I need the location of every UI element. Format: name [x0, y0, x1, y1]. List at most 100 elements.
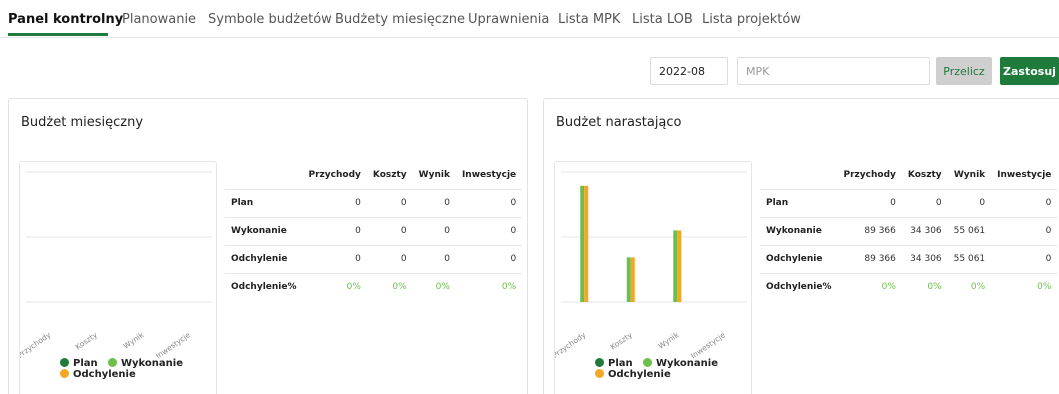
table-row: Plan 0 0 0 0 [225, 188, 523, 217]
table-cell: 0 [366, 216, 413, 245]
table-cell: 89 366 [837, 216, 902, 245]
table-cell: 0% [302, 272, 367, 301]
table-cell: 34 306 [901, 216, 948, 245]
chart-bar-odchylenie [630, 257, 635, 302]
column-header: Koszty [907, 169, 942, 180]
row-label: Wykonanie [225, 216, 303, 245]
legend-dot-icon [643, 358, 652, 367]
tab-lista-projektow[interactable]: Lista projektów [702, 12, 801, 27]
legend-item-plan: Plan [595, 358, 633, 369]
column-header: Wynik [418, 169, 450, 180]
table-cell: 0% [991, 272, 1058, 301]
column-header: Przychody [308, 169, 361, 180]
table-row: Wykonanie 0 0 0 0 [225, 216, 523, 245]
legend-dot-icon [60, 358, 69, 367]
chart-bar-wykonanie [626, 257, 631, 302]
x-axis-tick-label: Przychody [20, 330, 53, 360]
table-cell: 0 [302, 188, 367, 217]
cumulative-budget-table: Przychody Koszty Wynik Inwestycje Plan 0… [760, 161, 1058, 301]
table-cell: 0 [455, 244, 523, 273]
tab-uprawnienia[interactable]: Uprawnienia [468, 12, 549, 27]
chart-bar-wykonanie [673, 230, 678, 302]
table-header-corner [760, 161, 838, 189]
x-axis-tick-label: Koszty [609, 330, 635, 352]
recalculate-button[interactable]: Przelicz [936, 57, 992, 85]
legend-label: Wykonanie [121, 358, 183, 369]
tab-symbole-budzetow[interactable]: Symbole budżetów [208, 12, 332, 27]
legend-dot-icon [595, 369, 604, 378]
tab-panel-kontrolny[interactable]: Panel kontrolny [8, 12, 123, 27]
tab-bar: Panel kontrolny Planowanie Symbole budże… [0, 0, 1059, 38]
monthly-budget-panel: Budżet miesięczny Przychody Koszty Wynik In… [8, 98, 528, 394]
legend-item-wykonanie: Wykonanie [108, 358, 183, 369]
chart-bar-odchylenie [584, 185, 589, 302]
legend-dot-icon [60, 369, 69, 378]
x-axis-tick-label: Inwestycje [154, 330, 192, 360]
table-cell: 0 [991, 244, 1058, 273]
column-header: Inwestycje [997, 169, 1052, 180]
table-cell: 0% [901, 272, 948, 301]
legend-label: Plan [73, 358, 98, 369]
table-cell: 0% [366, 272, 413, 301]
row-label: Plan [760, 188, 838, 217]
table-cell: 0 [412, 188, 456, 217]
tab-planowanie[interactable]: Planowanie [122, 12, 196, 27]
monthly-budget-table: Przychody Koszty Wynik Inwestycje Plan 0… [225, 161, 523, 301]
table-cell: 0 [455, 216, 523, 245]
row-label: Odchylenie% [225, 272, 303, 301]
table-cell: 0% [412, 272, 456, 301]
table-cell: 0 [366, 188, 413, 217]
table-cell: 89 366 [837, 244, 902, 273]
active-tab-indicator [8, 33, 108, 36]
legend-item-wykonanie: Wykonanie [643, 358, 718, 369]
legend-item-plan: Plan [60, 358, 98, 369]
legend-dot-icon [595, 358, 604, 367]
apply-button[interactable]: Zastosuj [1000, 57, 1059, 85]
tab-lista-lob[interactable]: Lista LOB [632, 12, 693, 27]
table-cell: 0 [837, 188, 902, 217]
x-axis-tick-label: Koszty [74, 330, 100, 352]
table-row: Odchylenie% 0% 0% 0% 0% [225, 272, 523, 301]
cumulative-budget-chart: Przychody Koszty Wynik Inwestycje Plan Wyko… [554, 161, 752, 394]
table-row: Odchylenie 0 0 0 0 [225, 244, 523, 273]
column-header: Inwestycje [461, 169, 517, 180]
tab-budzety-miesieczne[interactable]: Budżety miesięczne [335, 12, 465, 27]
mpk-input[interactable] [737, 57, 930, 85]
legend-label: Odchylenie [608, 369, 671, 380]
table-cell: 0% [947, 272, 992, 301]
legend-label: Wykonanie [656, 358, 718, 369]
column-header: Wynik [953, 169, 986, 180]
chart-bar-odchylenie [677, 230, 682, 302]
row-label: Wykonanie [760, 216, 838, 245]
table-row: Odchylenie% 0% 0% 0% 0% [760, 272, 1058, 301]
x-axis-tick-label: Przychody [555, 330, 588, 360]
table-cell: 55 061 [947, 216, 992, 245]
table-cell: 0 [302, 216, 367, 245]
table-cell: 0% [837, 272, 902, 301]
table-cell: 34 306 [901, 244, 948, 273]
table-row: Odchylenie 89 366 34 306 55 061 0 [760, 244, 1058, 273]
table-cell: 0 [412, 216, 456, 245]
column-header: Przychody [843, 169, 896, 180]
legend-item-odchylenie: Odchylenie [595, 369, 671, 380]
chart-bar-wykonanie [580, 185, 585, 302]
row-label: Odchylenie% [760, 272, 838, 301]
month-input[interactable] [650, 57, 728, 85]
legend-label: Plan [608, 358, 633, 369]
row-label: Odchylenie [225, 244, 303, 273]
x-axis-tick-label: Inwestycje [689, 330, 727, 360]
table-cell: 0% [455, 272, 523, 301]
table-header-row: Przychody Koszty Wynik Inwestycje [760, 161, 1057, 189]
cumulative-budget-panel: Budżet narastająco Przychody Koszty Wynik I… [543, 98, 1059, 394]
table-row: Plan 0 0 0 0 [760, 188, 1058, 217]
table-header-row: Przychody Koszty Wynik Inwestycje [225, 161, 522, 189]
panel-title: Budżet miesięczny [21, 115, 144, 130]
table-cell: 0 [412, 244, 456, 273]
legend-dot-icon [108, 358, 117, 367]
row-label: Odchylenie [760, 244, 838, 273]
legend-item-odchylenie: Odchylenie [60, 369, 136, 380]
panel-title: Budżet narastająco [556, 115, 682, 130]
x-axis-tick-label: Wynik [656, 330, 680, 351]
monthly-budget-chart: Przychody Koszty Wynik Inwestycje Plan Wyko… [19, 161, 217, 394]
tab-lista-mpk[interactable]: Lista MPK [558, 12, 620, 27]
